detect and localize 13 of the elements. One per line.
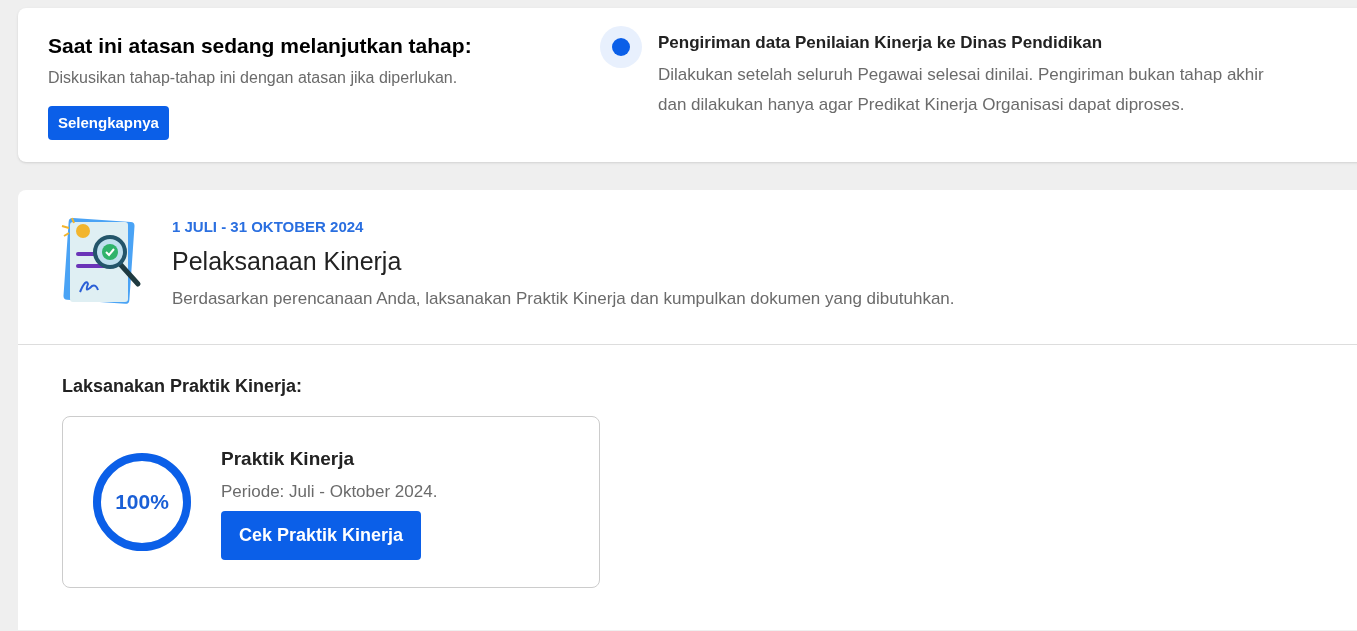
check-practice-button[interactable]: Cek Praktik Kinerja <box>221 510 422 560</box>
practice-period: Periode: Juli - Oktober 2024. <box>221 481 438 503</box>
step-description: Dilakukan setelah seluruh Pegawai selesai dinilai. Pengiriman bukan tahap akhir dan dilakukan hanya agar Predikat Kinerja Organisasi dapat diproses. <box>658 63 1265 116</box>
section-title: Laksanakan Praktik Kinerja: <box>62 375 304 398</box>
practice-title: Praktik Kinerja <box>221 446 355 471</box>
phase-description: Berdasarkan perencanaan Anda, laksanakan Praktik Kinerja dan kumpulkan dokumen yang dibutuhkan. <box>172 288 956 310</box>
stage-title: Saat ini atasan sedang melanjutkan tahap: <box>48 33 472 59</box>
stage-subtitle: Diskusikan tahap-tahap ini dengan atasan jika diperlukan. <box>48 67 458 88</box>
step-title: Pengiriman data Penilaian Kinerja ke Dinas Pendidikan <box>658 32 1104 54</box>
more-button[interactable]: Selengkapnya <box>48 105 169 140</box>
phase-title: Pelaksanaan Kinerja <box>172 245 403 277</box>
phase-dates: 1 JULI - 31 OKTOBER 2024 <box>172 217 365 237</box>
progress-percent: 100% <box>114 489 170 516</box>
